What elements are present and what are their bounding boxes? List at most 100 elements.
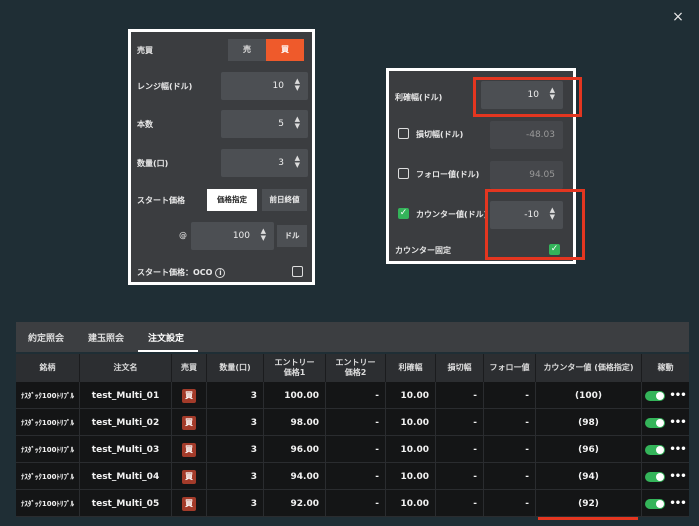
- cell-take-profit-text: 10.00: [400, 471, 429, 482]
- col-qty: 数量(口): [207, 354, 264, 382]
- cell-take-profit: 10.00: [386, 409, 436, 436]
- cell-order-name: test_Multi_05: [80, 490, 172, 517]
- start-price-label: スタート価格: [137, 196, 185, 205]
- price-specified-button[interactable]: 価格指定: [207, 189, 257, 211]
- follow-value: 94.05: [529, 170, 555, 180]
- cell-qty-text: 3: [250, 390, 257, 401]
- info-icon[interactable]: i: [215, 267, 226, 278]
- table-header: 銘柄 注文名 売買 数量(口) エントリー 価格1 エントリー 価格2 利確幅 …: [16, 354, 689, 382]
- cell-entry2: -: [326, 436, 386, 463]
- cell-order-name: test_Multi_03: [80, 436, 172, 463]
- table-row[interactable]: ﾅｽﾀﾞｯｸ100ﾄﾘﾌﾟﾙ test_Multi_04 買 3 94.00 - 10.00…: [16, 463, 689, 490]
- cell-side: 買: [172, 463, 207, 490]
- table-row[interactable]: ﾅｽﾀﾞｯｸ100ﾄﾘﾌﾟﾙ test_Multi_05 買 3 92.00 - 10.00…: [16, 490, 689, 517]
- buy-button[interactable]: 買: [266, 39, 304, 61]
- cell-qty-text: 3: [250, 471, 257, 482]
- stop-loss-label: 損切幅(ドル): [416, 130, 464, 139]
- cell-side: 買: [172, 382, 207, 409]
- side-row: 売買 売 買: [131, 36, 312, 64]
- cell-counter-text: (96): [578, 444, 599, 455]
- cell-counter-text: (98): [578, 417, 599, 428]
- cell-stop-loss-text: -: [473, 390, 477, 401]
- more-options-icon[interactable]: •••: [669, 444, 686, 455]
- unit-label: ドル: [277, 225, 307, 247]
- more-options-icon[interactable]: •••: [669, 498, 686, 509]
- cell-symbol-text: ﾅｽﾀﾞｯｸ100ﾄﾘﾌﾟﾙ: [20, 391, 75, 400]
- cell-entry2-text: -: [375, 471, 379, 482]
- cell-order-name-text: test_Multi_02: [91, 417, 160, 428]
- tab-positions[interactable]: 建玉照会: [88, 331, 124, 344]
- counter-fixed-label: カウンター固定: [395, 246, 451, 255]
- stop-loss-row: 損切幅(ドル) -48.03: [389, 119, 573, 149]
- cell-counter: (100): [536, 382, 642, 409]
- col-side: 売買: [172, 354, 207, 382]
- table-row[interactable]: ﾅｽﾀﾞｯｸ100ﾄﾘﾌﾟﾙ test_Multi_02 買 3 98.00 - 10.00…: [16, 409, 689, 436]
- cell-side: 買: [172, 490, 207, 517]
- cell-follow-text: -: [525, 444, 529, 455]
- active-toggle[interactable]: [645, 471, 666, 482]
- stepper-arrows-icon[interactable]: ▲ ▼: [261, 228, 266, 242]
- buy-badge: 買: [182, 496, 196, 511]
- cell-entry1: 98.00: [264, 409, 326, 436]
- col-active: 稼動: [657, 363, 674, 372]
- cell-order-name: test_Multi_04: [80, 463, 172, 490]
- cell-follow: -: [484, 409, 536, 436]
- stop-loss-field[interactable]: -48.03: [490, 121, 563, 149]
- active-toggle[interactable]: [645, 417, 666, 428]
- more-options-icon[interactable]: •••: [669, 417, 686, 428]
- active-toggle[interactable]: [645, 498, 666, 509]
- active-toggle[interactable]: [645, 390, 666, 401]
- sell-button[interactable]: 売: [228, 39, 266, 61]
- oco-checkbox[interactable]: [292, 266, 303, 277]
- range-stepper[interactable]: 10 ▲ ▼: [221, 72, 308, 100]
- follow-field[interactable]: 94.05: [490, 161, 563, 189]
- buy-badge: 買: [182, 388, 196, 403]
- cell-side: 買: [172, 436, 207, 463]
- follow-row: フォロー値(ドル) 94.05: [389, 159, 573, 189]
- start-price-stepper[interactable]: 100 ▲ ▼: [191, 222, 274, 250]
- stop-loss-value: -48.03: [525, 130, 555, 140]
- cell-order-name-text: test_Multi_01: [91, 390, 160, 401]
- cell-qty: 3: [207, 463, 264, 490]
- follow-checkbox[interactable]: [398, 168, 409, 179]
- col-take-profit: 利確幅: [386, 354, 436, 382]
- cell-take-profit: 10.00: [386, 463, 436, 490]
- table-row[interactable]: ﾅｽﾀﾞｯｸ100ﾄﾘﾌﾟﾙ test_Multi_03 買 3 96.00 - 10.00…: [16, 436, 689, 463]
- prev-close-button[interactable]: 前日終値: [262, 189, 307, 211]
- cell-counter: (92): [536, 490, 642, 517]
- range-label: レンジ幅(ドル): [137, 82, 193, 91]
- cell-qty: 3: [207, 382, 264, 409]
- counter-checkbox-check-icon[interactable]: ✓: [398, 208, 409, 219]
- cell-entry2-text: -: [375, 417, 379, 428]
- cell-entry2: -: [326, 490, 386, 517]
- table-row[interactable]: ﾅｽﾀﾞｯｸ100ﾄﾘﾌﾟﾙ test_Multi_01 買 3 100.00 - 10.0…: [16, 382, 689, 409]
- more-options-icon[interactable]: •••: [669, 390, 686, 401]
- side-toggle: 売 買: [228, 39, 304, 61]
- stepper-arrows-icon[interactable]: ▲ ▼: [295, 116, 300, 130]
- qty-stepper[interactable]: 3 ▲ ▼: [221, 149, 308, 177]
- cell-entry1: 92.00: [264, 490, 326, 517]
- cell-order-name-text: test_Multi_05: [91, 498, 160, 509]
- col-entry2: エントリー 価格2: [326, 354, 386, 382]
- col-follow: フォロー値: [484, 354, 536, 382]
- cell-counter-text: (100): [574, 390, 602, 401]
- cell-entry1-text: 96.00: [290, 444, 319, 455]
- close-icon[interactable]: ×: [671, 10, 685, 24]
- more-options-icon[interactable]: •••: [669, 471, 686, 482]
- col-counter: カウンター値 (価格指定): [536, 354, 642, 382]
- count-stepper[interactable]: 5 ▲ ▼: [221, 110, 308, 138]
- start-value-row: @ 100 ▲ ▼ ドル: [131, 222, 312, 250]
- tab-executions[interactable]: 約定照会: [28, 331, 64, 344]
- stepper-arrows-icon[interactable]: ▲ ▼: [295, 155, 300, 169]
- stepper-arrows-icon[interactable]: ▲ ▼: [295, 78, 300, 92]
- count-value: 5: [278, 119, 284, 129]
- qty-value: 3: [278, 158, 284, 168]
- cell-follow-text: -: [525, 498, 529, 509]
- qty-row: 数量(口) 3 ▲ ▼: [131, 149, 312, 177]
- stop-loss-checkbox[interactable]: [398, 128, 409, 139]
- active-toggle[interactable]: [645, 444, 666, 455]
- start-price-row: スタート価格 価格指定 前日終値: [131, 186, 312, 214]
- tab-order-settings[interactable]: 注文設定: [148, 331, 184, 344]
- cell-qty: 3: [207, 409, 264, 436]
- follow-label: フォロー値(ドル): [416, 170, 480, 179]
